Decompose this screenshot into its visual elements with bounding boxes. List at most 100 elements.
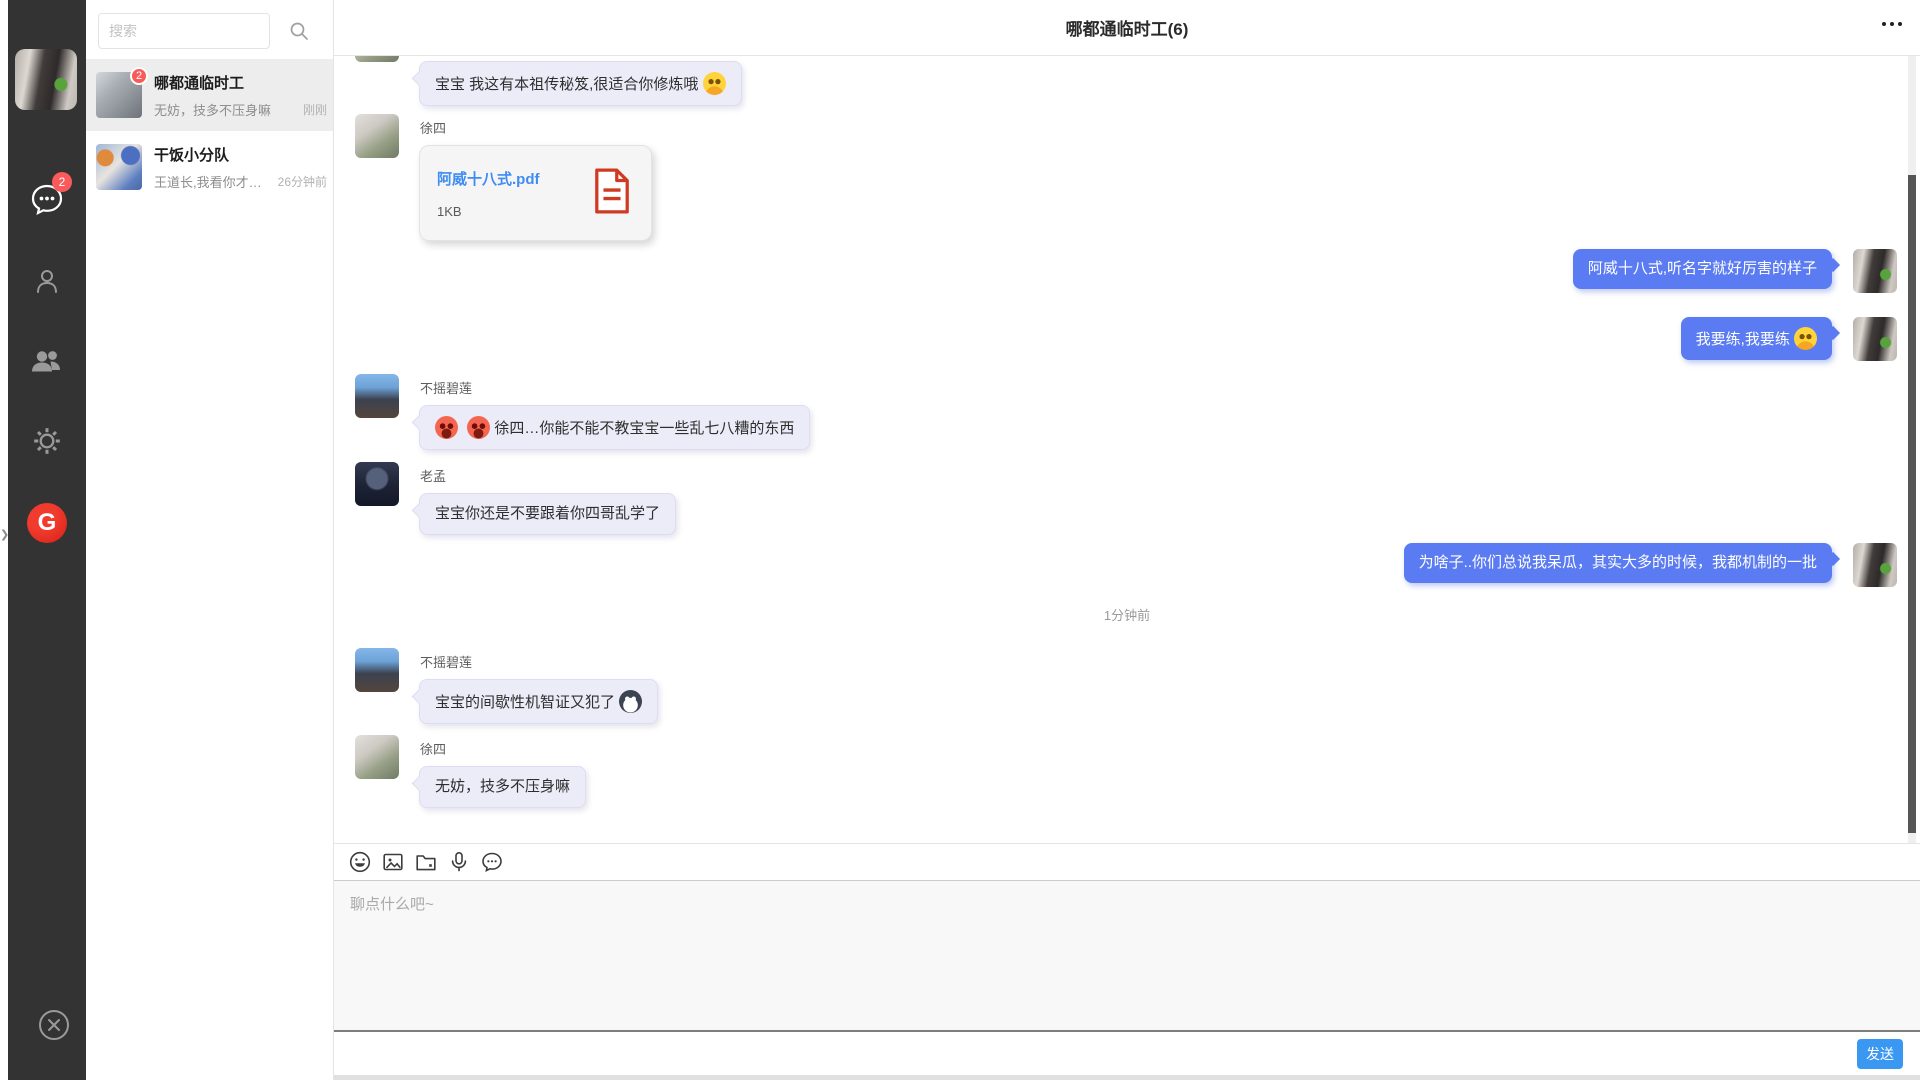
avatar[interactable] [355, 462, 399, 506]
angry-emoji: 😡 [435, 416, 458, 439]
message-bubble[interactable]: 宝宝你还是不要跟着你四哥乱学了 [419, 493, 676, 535]
message-bubble[interactable]: 宝宝的间歇性机智证又犯了 🐧 [419, 679, 658, 724]
close-button[interactable] [37, 1008, 71, 1042]
message-text: 宝宝 我这有本祖传秘笈,很适合你修炼哦 [435, 76, 698, 93]
sender-name: 不摇碧莲 [420, 378, 810, 397]
app-logo: G [27, 503, 67, 543]
message-list: 宝宝 我这有本祖传秘笈,很适合你修炼哦 🤗 徐四 阿威十八式.pdf 1KB [334, 56, 1920, 843]
message-text: 徐四…你能不能不教宝宝一些乱七八糟的东西 [494, 420, 794, 437]
app-window: ❯ 2 G [0, 0, 1920, 1080]
group-icon [30, 347, 64, 380]
conversation-name: 干饭小分队 [154, 144, 327, 165]
user-avatar[interactable] [15, 49, 77, 110]
folder-button[interactable] [414, 850, 438, 874]
chat-header: 哪都通临时工(6) [334, 0, 1920, 56]
chat-record-button[interactable] [480, 850, 504, 874]
avatar[interactable] [355, 735, 399, 779]
conversation-info: 干饭小分队 王道长,我看你才… 26分钟前 [154, 144, 327, 191]
conversation-name: 哪都通临时工 [154, 72, 327, 93]
avatar[interactable] [1853, 317, 1897, 361]
message-bubble[interactable]: 无妨，技多不压身嘛 [419, 766, 586, 808]
avatar[interactable] [355, 56, 399, 62]
composer-input[interactable] [334, 881, 1920, 1030]
composer-toolbar [334, 843, 1920, 881]
avatar[interactable] [355, 648, 399, 692]
message-incoming: 不摇碧莲 宝宝的间歇性机智证又犯了 🐧 [355, 648, 658, 724]
chat-record-icon [480, 862, 504, 877]
close-icon [37, 1029, 71, 1046]
sidebar-item-chats[interactable] [8, 183, 86, 220]
search-input[interactable] [98, 13, 270, 49]
conversation-item[interactable]: 2 哪都通临时工 无妨，技多不压身嘛 刚刚 [86, 59, 333, 131]
chat-main: 哪都通临时工(6) 宝宝 我这有本祖传秘笈,很适合你修炼哦 🤗 徐四 [334, 0, 1920, 1080]
left-gutter: ❯ [0, 0, 8, 1080]
sender-name: 徐四 [420, 739, 586, 758]
message-bubble[interactable]: 阿威十八式,听名字就好厉害的样子 [1573, 249, 1832, 289]
message-bubble[interactable]: 我要练,我要练 😶 [1681, 317, 1832, 360]
chats-unread-badge: 2 [52, 172, 72, 192]
hug-emoji: 🤗 [703, 72, 726, 95]
message-incoming: 徐四 阿威十八式.pdf 1KB [355, 114, 652, 241]
gear-icon [32, 426, 62, 461]
sidebar-item-settings[interactable] [8, 426, 86, 461]
conversation-preview: 无妨，技多不压身嘛 [154, 100, 297, 119]
emoji-icon [348, 862, 372, 877]
conversation-time: 26分钟前 [278, 173, 327, 190]
message-text: 宝宝你还是不要跟着你四哥乱学了 [435, 505, 660, 522]
avatar[interactable] [1853, 543, 1897, 587]
time-divider: 1分钟前 [334, 605, 1920, 624]
conversation-time: 刚刚 [303, 101, 327, 118]
message-outgoing: 我要练,我要练 😶 [1681, 317, 1897, 361]
penguin-emoji: 🐧 [619, 690, 642, 713]
pdf-file-icon [593, 168, 631, 219]
message-outgoing: 为啥子..你们总说我呆瓜，其实大多的时候，我都机制的一批 [1404, 543, 1897, 587]
emoji-button[interactable] [348, 850, 372, 874]
message-incoming: 不摇碧莲 😡 😡 徐四…你能不能不教宝宝一些乱七八糟的东西 [355, 374, 810, 450]
folder-icon [414, 862, 438, 877]
conversation-preview: 王道长,我看你才… [154, 172, 272, 191]
message-text: 我要练,我要练 [1696, 331, 1790, 348]
message-bubble[interactable]: 😡 😡 徐四…你能不能不教宝宝一些乱七八糟的东西 [419, 405, 810, 450]
contacts-icon [32, 266, 62, 301]
send-button[interactable]: 发送 [1857, 1039, 1903, 1069]
search-row [86, 0, 333, 59]
file-attachment[interactable]: 阿威十八式.pdf 1KB [419, 145, 652, 241]
sidebar-item-groups[interactable] [8, 347, 86, 380]
file-name: 阿威十八式.pdf [437, 168, 593, 189]
message-text: 为啥子..你们总说我呆瓜，其实大多的时候，我都机制的一批 [1419, 554, 1817, 571]
avatar[interactable] [355, 374, 399, 418]
message-bubble[interactable]: 宝宝 我这有本祖传秘笈,很适合你修炼哦 🤗 [419, 61, 742, 106]
sender-name: 老孟 [420, 466, 676, 485]
message-bubble[interactable]: 为啥子..你们总说我呆瓜，其实大多的时候，我都机制的一批 [1404, 543, 1832, 583]
message-incoming: 徐四 无妨，技多不压身嘛 [355, 735, 586, 808]
search-icon [288, 30, 310, 45]
window-bottom-edge [334, 1075, 1920, 1080]
more-icon[interactable] [1882, 22, 1902, 26]
sender-name: 不摇碧莲 [420, 652, 658, 671]
send-row: 发送 [334, 1032, 1920, 1075]
sidebar-item-contacts[interactable] [8, 266, 86, 301]
message-text: 阿威十八式,听名字就好厉害的样子 [1588, 260, 1817, 277]
conversation-panel: 2 哪都通临时工 无妨，技多不压身嘛 刚刚 干饭小分队 王道长,我看你才… 26… [86, 0, 334, 1080]
avatar[interactable] [1853, 249, 1897, 293]
scrollbar-thumb[interactable] [1908, 175, 1916, 833]
voice-button[interactable] [447, 850, 471, 874]
message-outgoing: 阿威十八式,听名字就好厉害的样子 [1573, 249, 1897, 293]
message-incoming: 老孟 宝宝你还是不要跟着你四哥乱学了 [355, 462, 676, 535]
image-button[interactable] [381, 850, 405, 874]
image-icon [381, 862, 405, 877]
composer-input-area [334, 881, 1920, 1030]
avatar[interactable] [355, 114, 399, 158]
angry-emoji: 😡 [467, 416, 490, 439]
chat-title: 哪都通临时工(6) [1066, 15, 1189, 40]
face-emoji: 😶 [1794, 327, 1817, 350]
message-text: 无妨，技多不压身嘛 [435, 778, 570, 795]
file-size: 1KB [437, 204, 593, 219]
conversation-item[interactable]: 干饭小分队 王道长,我看你才… 26分钟前 [86, 131, 333, 203]
sender-name: 徐四 [420, 118, 652, 137]
sidebar: 2 G [8, 0, 86, 1080]
avatar [96, 144, 142, 190]
search-button[interactable] [288, 20, 310, 42]
unread-badge: 2 [130, 67, 148, 85]
mic-icon [447, 862, 471, 877]
